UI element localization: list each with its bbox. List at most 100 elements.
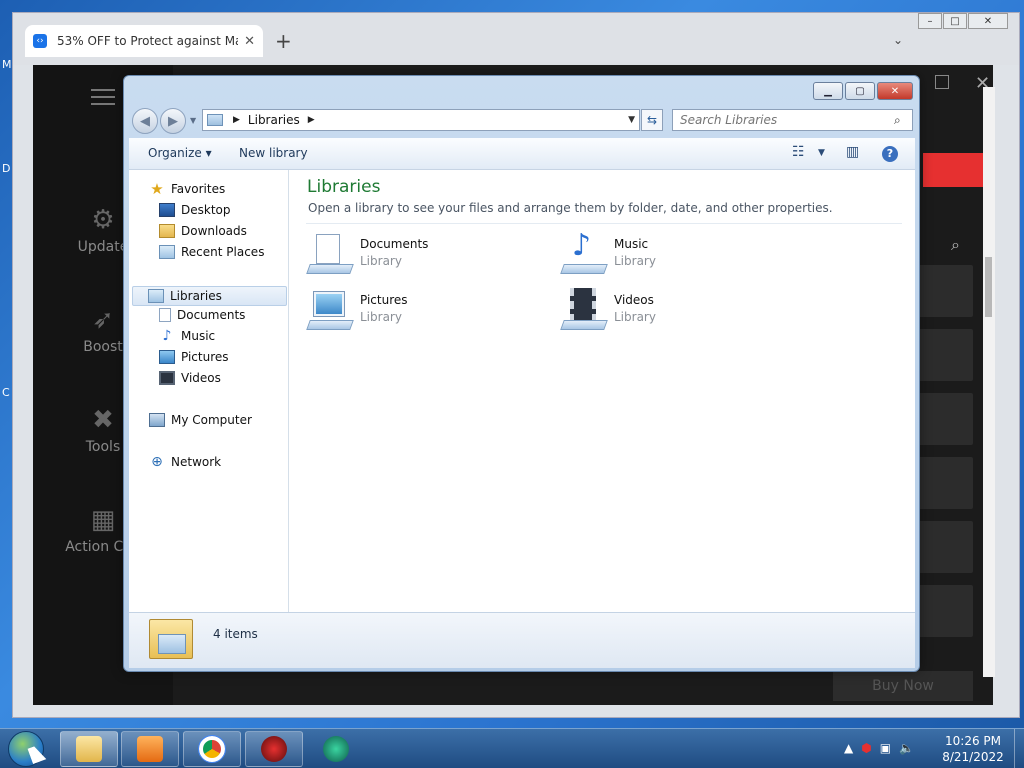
- nav-label: Downloads: [181, 224, 247, 238]
- library-item-documents[interactable]: Documents Library: [306, 232, 428, 276]
- change-view-icon[interactable]: ☷: [792, 144, 805, 160]
- content-pane: Libraries Open a library to see your fil…: [290, 170, 915, 612]
- nav-label: Videos: [181, 371, 221, 385]
- videos-icon: [159, 371, 175, 385]
- search-icon[interactable]: ⌕: [894, 113, 901, 128]
- library-type: Library: [614, 310, 656, 324]
- page-title: Libraries: [307, 177, 381, 197]
- music-library-icon: ♪: [560, 228, 608, 276]
- clock[interactable]: 10:26 PM 8/21/2022: [940, 733, 1006, 765]
- command-bar: Organize ▾ New library ☷ ▼ ▥ ?: [129, 138, 915, 170]
- search-input[interactable]: [672, 109, 913, 131]
- breadcrumb-arrow-icon[interactable]: ▶: [233, 115, 240, 125]
- nav-item-desktop[interactable]: Desktop: [159, 203, 231, 217]
- back-button[interactable]: ◀: [132, 108, 158, 134]
- close-button[interactable]: ✕: [877, 82, 913, 100]
- library-text: Documents Library: [360, 232, 428, 268]
- library-name: Pictures: [360, 293, 408, 307]
- nav-item-my-computer[interactable]: My Computer: [149, 413, 252, 427]
- details-pane: 4 items: [129, 612, 915, 668]
- music-note-icon: ♪: [572, 228, 592, 263]
- breadcrumb-arrow-icon[interactable]: ▶: [308, 115, 315, 125]
- nav-item-music[interactable]: ♪ Music: [159, 328, 216, 344]
- nav-item-network[interactable]: ⊕ Network: [149, 454, 222, 470]
- divider: [306, 223, 902, 224]
- nav-label: Desktop: [181, 203, 231, 217]
- minimize-button[interactable]: –: [918, 13, 942, 29]
- desktop-edge-text: M: [2, 58, 12, 71]
- chrome-icon: [198, 735, 226, 763]
- taskbar-media-player[interactable]: [121, 731, 179, 767]
- explorer-window-controls: ▁ ▢ ✕: [813, 82, 913, 100]
- site-favicon-icon: ‹›: [33, 34, 47, 48]
- desktop-edge-text: C: [2, 386, 10, 399]
- maximize-button[interactable]: ▢: [845, 82, 875, 100]
- tab-search-chevron-icon[interactable]: ⌄: [893, 33, 903, 47]
- maximize-button[interactable]: □: [943, 13, 967, 29]
- navigation-pane: ★ Favorites Desktop Downloads Recent Pla…: [129, 170, 289, 612]
- scrollbar[interactable]: [983, 87, 995, 677]
- app-maximize-icon[interactable]: [935, 75, 949, 89]
- search-icon[interactable]: ⌕: [951, 235, 960, 255]
- nav-item-recent-places[interactable]: Recent Places: [159, 245, 264, 259]
- tab-close-icon[interactable]: ✕: [244, 34, 255, 49]
- new-tab-button[interactable]: +: [275, 29, 292, 53]
- breadcrumb-libraries[interactable]: Libraries: [248, 113, 300, 127]
- taskbar-explorer[interactable]: [60, 731, 118, 767]
- preview-pane-icon[interactable]: ▥: [846, 144, 859, 160]
- new-library-button[interactable]: New library: [239, 146, 308, 160]
- system-tray: ▲ ⬢ ▣ 🔈: [844, 741, 914, 755]
- nav-item-videos[interactable]: Videos: [159, 371, 221, 385]
- volume-icon[interactable]: 🔈: [899, 741, 914, 755]
- videos-library-icon: [560, 288, 608, 332]
- address-dropdown-icon[interactable]: ▼: [628, 115, 635, 125]
- library-shelf: [560, 264, 608, 274]
- picture-frame: [313, 291, 345, 317]
- close-button[interactable]: ✕: [968, 13, 1008, 29]
- library-item-pictures[interactable]: Pictures Library: [306, 288, 408, 332]
- address-bar[interactable]: ▶ Libraries ▶ ▼: [202, 109, 640, 131]
- library-item-music[interactable]: ♪ Music Library: [560, 228, 656, 276]
- nav-label: Network: [171, 455, 222, 469]
- nav-item-pictures[interactable]: Pictures: [159, 350, 229, 364]
- nav-label: Favorites: [171, 182, 226, 196]
- security-tray-icon[interactable]: ⬢: [861, 741, 871, 755]
- nav-item-documents[interactable]: Documents: [159, 308, 245, 322]
- music-note-icon: ♪: [162, 328, 172, 344]
- library-type: Library: [360, 254, 402, 268]
- desktop-icon: [159, 203, 175, 217]
- nav-item-downloads[interactable]: Downloads: [159, 224, 247, 238]
- buy-now-button[interactable]: Buy Now: [833, 671, 973, 701]
- minimize-button[interactable]: ▁: [813, 82, 843, 100]
- taskbar-security-app[interactable]: [245, 731, 303, 767]
- network-tray-icon[interactable]: ▣: [880, 741, 891, 755]
- sidebar-item-label: Update: [77, 239, 129, 255]
- star-icon: ★: [150, 180, 164, 198]
- film-strip: [570, 288, 596, 322]
- taskbar-shield-app[interactable]: [307, 731, 365, 767]
- browser-tab[interactable]: ‹› 53% OFF to Protect against Malw ✕: [25, 25, 263, 57]
- taskbar-chrome[interactable]: [183, 731, 241, 767]
- downloads-folder-icon: [159, 224, 175, 238]
- show-desktop-button[interactable]: [1014, 729, 1024, 768]
- nav-item-libraries[interactable]: Libraries: [132, 286, 287, 306]
- view-options-chevron-icon[interactable]: ▼: [818, 148, 825, 158]
- organize-button[interactable]: Organize ▾: [148, 146, 212, 160]
- documents-icon: [159, 308, 171, 322]
- recent-pages-chevron-icon[interactable]: ▼: [190, 116, 196, 125]
- library-name: Documents: [360, 237, 429, 251]
- library-shelf: [560, 320, 608, 330]
- folder-icon: [76, 736, 102, 762]
- nav-item-favorites[interactable]: ★ Favorites: [149, 180, 226, 198]
- help-button[interactable]: ?: [882, 145, 898, 162]
- pictures-icon: [159, 350, 175, 364]
- library-item-videos[interactable]: Videos Library: [560, 288, 656, 332]
- forward-button[interactable]: ▶: [160, 108, 186, 134]
- taskbar: ▲ ⬢ ▣ 🔈 10:26 PM 8/21/2022: [0, 728, 1024, 768]
- libraries-folder-icon: [149, 619, 193, 659]
- show-hidden-icons-icon[interactable]: ▲: [844, 741, 853, 755]
- hamburger-menu-icon[interactable]: [91, 89, 115, 105]
- scrollbar-thumb[interactable]: [985, 257, 992, 317]
- library-name: Music: [614, 237, 649, 251]
- refresh-button[interactable]: ⇆: [641, 109, 663, 131]
